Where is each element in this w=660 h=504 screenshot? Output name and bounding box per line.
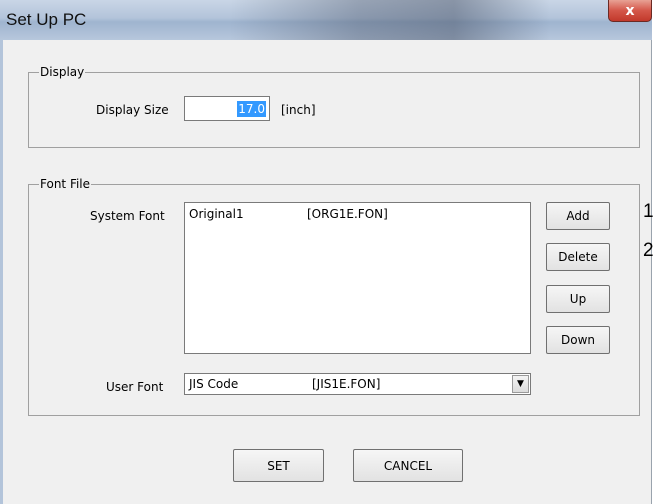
setup-pc-dialog: Set Up PC x Display Display Size 17.0 [i… (0, 0, 652, 504)
callout-1: 1 (643, 201, 654, 222)
list-item[interactable]: Original1 [ORG1E.FON] (189, 207, 519, 221)
close-button[interactable]: x (608, 0, 652, 22)
title-bar[interactable]: Set Up PC x (0, 0, 652, 40)
system-font-name: Original1 (189, 207, 244, 221)
set-button[interactable]: SET (233, 449, 324, 482)
display-size-input[interactable]: 17.0 (184, 96, 270, 121)
up-button[interactable]: Up (546, 285, 610, 313)
window-left-edge (0, 40, 3, 504)
user-font-select[interactable]: JIS Code [JIS1E.FON] ▼ (184, 373, 531, 395)
user-font-label: User Font (106, 380, 164, 394)
system-font-file: [ORG1E.FON] (307, 207, 388, 221)
callout-2: 2 (643, 240, 654, 261)
dropdown-arrow-icon[interactable]: ▼ (512, 375, 529, 393)
down-button[interactable]: Down (546, 326, 610, 354)
system-font-list[interactable]: Original1 [ORG1E.FON] (184, 202, 531, 354)
user-font-name: JIS Code (189, 377, 239, 391)
display-size-value: 17.0 (237, 101, 266, 117)
display-group-legend: Display (39, 65, 86, 79)
title-bar-shade (230, 0, 550, 40)
window-title: Set Up PC (6, 10, 87, 29)
cancel-button[interactable]: CANCEL (353, 449, 463, 482)
display-size-label: Display Size (96, 103, 169, 117)
add-button[interactable]: Add (546, 202, 610, 230)
font-file-group-legend: Font File (39, 177, 92, 191)
user-font-file: [JIS1E.FON] (312, 377, 381, 391)
display-size-unit: [inch] (281, 103, 316, 117)
delete-button[interactable]: Delete (546, 243, 610, 271)
system-font-label: System Font (90, 209, 165, 223)
close-icon: x (625, 2, 635, 19)
